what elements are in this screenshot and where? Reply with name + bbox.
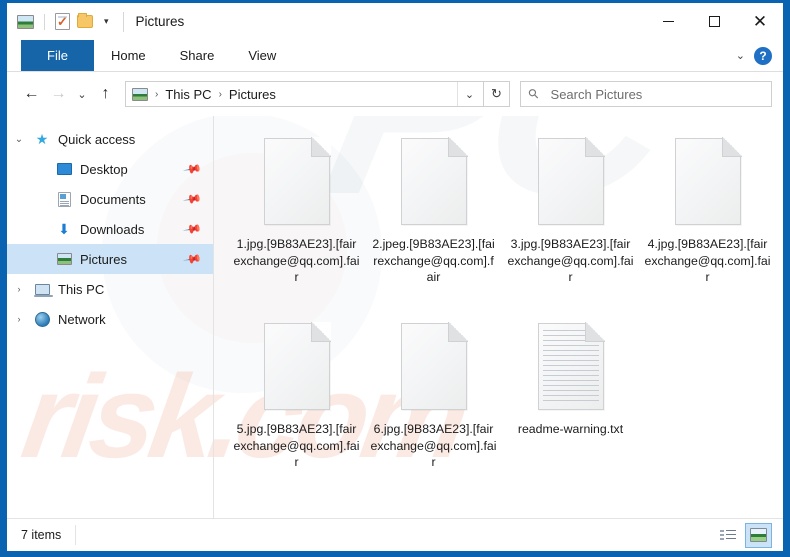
title-bar: ▾ Pictures ✕ (7, 3, 783, 40)
file-name: 6.jpg.[9B83AE23].[fairexchange@qq.com].f… (370, 422, 497, 469)
file-name: readme-warning.txt (517, 422, 624, 436)
sidebar-item-quick-access[interactable]: ⌄ ★ Quick access (7, 124, 213, 154)
search-input[interactable] (550, 86, 763, 102)
sidebar-item-desktop[interactable]: Desktop 📌 (7, 154, 213, 184)
breadcrumb[interactable]: › This PC › Pictures ⌄ (125, 81, 484, 107)
file-item[interactable]: 2.jpeg.[9B83AE23].[fairexchange@qq.com].… (365, 126, 502, 311)
this-pc-icon (31, 283, 53, 297)
forward-button: → (50, 85, 67, 102)
downloads-icon: ⬇ (58, 220, 70, 237)
file-name: 4.jpg.[9B83AE23].[fairexchange@qq.com].f… (644, 237, 771, 284)
search-icon: ⚲ (524, 84, 543, 103)
desktop-icon (53, 163, 75, 175)
text-document-icon (537, 322, 605, 410)
sidebar-item-documents[interactable]: Documents 📌 (7, 184, 213, 214)
details-view-button[interactable] (714, 523, 741, 548)
blank-document-icon (263, 137, 331, 225)
pin-icon[interactable]: 📌 (182, 159, 202, 179)
sidebar-item-pictures[interactable]: Pictures 📌 (7, 244, 213, 274)
blank-document-icon (674, 137, 742, 225)
breadcrumb-separator-0[interactable]: › (148, 89, 165, 100)
properties-icon[interactable] (55, 13, 70, 30)
quick-access-toolbar: ▾ (7, 13, 113, 30)
breadcrumb-item-this-pc[interactable]: This PC (165, 87, 211, 102)
sidebar-item-label: Desktop (80, 161, 128, 177)
back-button[interactable]: ← (18, 81, 45, 108)
blank-document-icon (400, 137, 468, 225)
sidebar-item-label: Downloads (80, 221, 145, 237)
search-box[interactable]: ⚲ (520, 81, 772, 107)
sidebar-item-label: Network (58, 311, 106, 327)
file-item[interactable]: 3.jpg.[9B83AE23].[fairexchange@qq.com].f… (502, 126, 639, 311)
blank-document-icon (263, 322, 331, 410)
breadcrumb-separator-1[interactable]: › (212, 89, 229, 100)
expand-ribbon-chevron-icon[interactable]: ⌄ (736, 49, 745, 62)
ribbon-right-controls: ⌄ ? (736, 40, 783, 71)
file-item[interactable]: 5.jpg.[9B83AE23].[fairexchange@qq.com].f… (228, 311, 365, 496)
pin-icon[interactable]: 📌 (182, 189, 202, 209)
sidebar-item-downloads[interactable]: ⬇ Downloads 📌 (7, 214, 213, 244)
sidebar-item-label: Pictures (80, 251, 127, 267)
tab-file[interactable]: File (21, 40, 94, 71)
file-item[interactable]: readme-warning.txt (502, 311, 639, 496)
blank-document-icon (400, 322, 468, 410)
navigation-pane: ⌄ ★ Quick access Desktop 📌 Documents 📌 ⬇… (7, 116, 214, 518)
network-icon (31, 311, 53, 327)
up-button[interactable]: ↑ (92, 81, 119, 108)
pin-icon[interactable]: 📌 (182, 219, 202, 239)
address-bar: ← → ⌄ ↑ › This PC › Pictures ⌄ ↻ ⚲ (7, 72, 783, 116)
item-count-label: 7 items (7, 525, 77, 545)
chevron-right-icon[interactable]: › (7, 284, 31, 294)
window-controls: ✕ (645, 3, 783, 40)
ribbon-tab-bar: File Home Share View ⌄ ? (7, 40, 783, 71)
sidebar-item-label: Documents (80, 191, 146, 207)
breadcrumb-pictures-icon (132, 87, 148, 101)
tab-share[interactable]: Share (163, 40, 232, 71)
refresh-button[interactable]: ↻ (484, 81, 510, 107)
sidebar-item-network[interactable]: › Network (7, 304, 213, 334)
file-explorer-window: PC risk.com ▾ Pictures ✕ File Home Share… (7, 3, 783, 551)
customize-chevron-icon[interactable]: ▾ (100, 16, 113, 27)
file-name: 1.jpg.[9B83AE23].[fairexchange@qq.com].f… (233, 237, 360, 284)
tab-home[interactable]: Home (94, 40, 163, 71)
close-icon: ✕ (752, 12, 768, 31)
maximize-button[interactable] (691, 3, 737, 40)
sidebar-item-this-pc[interactable]: › This PC (7, 274, 213, 304)
pin-icon[interactable]: 📌 (182, 249, 202, 269)
chevron-right-icon[interactable]: › (7, 314, 31, 324)
new-folder-icon[interactable] (77, 13, 93, 28)
file-name: 2.jpeg.[9B83AE23].[fairexchange@qq.com].… (372, 237, 495, 284)
file-name: 5.jpg.[9B83AE23].[fairexchange@qq.com].f… (233, 422, 360, 469)
chevron-down-icon[interactable]: ⌄ (7, 134, 31, 145)
large-icons-view-icon (750, 528, 767, 542)
blank-document-icon (537, 137, 605, 225)
star-icon: ★ (35, 130, 49, 147)
recent-locations-chevron-icon[interactable]: ⌄ (72, 81, 92, 108)
help-icon[interactable]: ? (754, 46, 772, 65)
breadcrumb-item-pictures[interactable]: Pictures (229, 87, 276, 102)
file-list-pane[interactable]: 1.jpg.[9B83AE23].[fairexchange@qq.com].f… (214, 116, 783, 518)
window-title: Pictures (122, 11, 184, 32)
picture-properties-icon[interactable] (17, 14, 34, 29)
close-button[interactable]: ✕ (737, 3, 783, 40)
minimize-icon (662, 21, 674, 22)
documents-icon (53, 191, 75, 207)
view-mode-buttons (714, 522, 783, 548)
file-name: 3.jpg.[9B83AE23].[fairexchange@qq.com].f… (507, 237, 634, 284)
sidebar-item-label: This PC (58, 281, 105, 297)
file-item[interactable]: 1.jpg.[9B83AE23].[fairexchange@qq.com].f… (228, 126, 365, 311)
pictures-icon (53, 253, 75, 265)
breadcrumb-dropdown-chevron-icon[interactable]: ⌄ (457, 82, 481, 106)
sidebar-item-label: Quick access (58, 131, 136, 147)
maximize-icon (708, 16, 720, 27)
minimize-button[interactable] (645, 3, 691, 40)
file-item[interactable]: 4.jpg.[9B83AE23].[fairexchange@qq.com].f… (639, 126, 776, 311)
large-icons-view-button[interactable] (745, 522, 772, 548)
details-view-icon (719, 528, 736, 542)
qat-divider (44, 13, 45, 30)
tab-view[interactable]: View (231, 40, 293, 71)
explorer-body: ⌄ ★ Quick access Desktop 📌 Documents 📌 ⬇… (7, 116, 783, 518)
file-item[interactable]: 6.jpg.[9B83AE23].[fairexchange@qq.com].f… (365, 311, 502, 496)
status-bar: 7 items (7, 518, 783, 551)
